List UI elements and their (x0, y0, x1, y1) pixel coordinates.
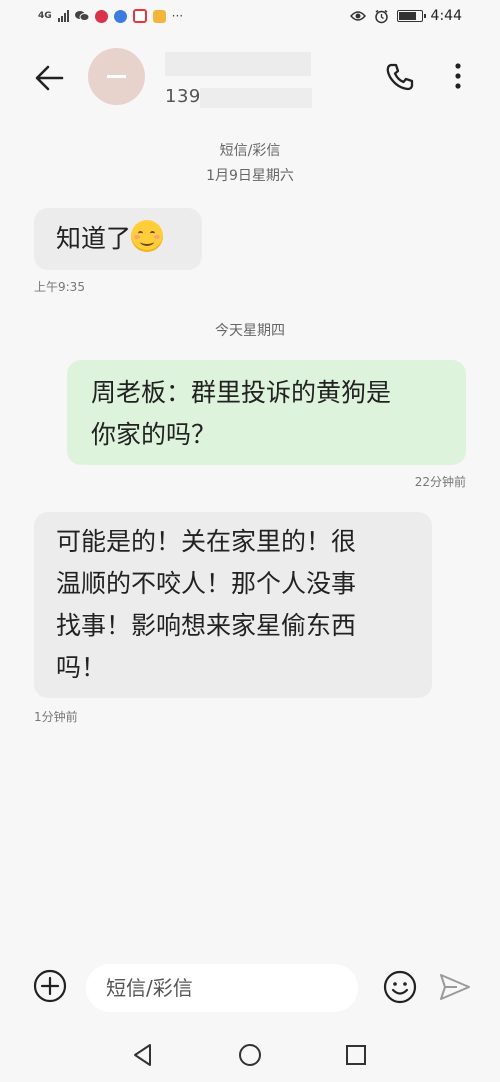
contact-number: 139 (165, 86, 201, 107)
emoji-icon (383, 970, 417, 1004)
message-time: 上午9:35 (34, 280, 85, 294)
date-separator: 1月9日星期六 (206, 168, 294, 184)
message-line: 温顺的不咬人！那个人没事 (56, 569, 357, 598)
status-left: 4G ··· (38, 9, 183, 23)
conversation-header: 139 (0, 40, 500, 120)
wechat-icon (74, 10, 89, 22)
nav-recent-button[interactable] (345, 1044, 367, 1066)
more-vertical-icon (455, 63, 461, 89)
incoming-message-bubble[interactable]: 知道了 (34, 208, 202, 270)
square-recent-icon (346, 1045, 366, 1065)
message-text: 知道了 (56, 224, 132, 253)
message-line: 你家的吗？ (91, 420, 217, 449)
contact-avatar[interactable] (88, 48, 145, 105)
battery-icon (396, 10, 426, 22)
smiling-face-icon (131, 220, 164, 252)
message-line: 找事！影响想来家星偷东西 (56, 611, 357, 640)
send-icon (440, 974, 470, 1000)
nav-back-button[interactable] (131, 1042, 155, 1068)
circle-home-icon (239, 1044, 261, 1066)
message-line: 吗！ (56, 653, 107, 682)
browser-icon (113, 9, 127, 23)
message-line: 可能是的！关在家里的！很 (56, 527, 357, 556)
status-right: 4:44 (349, 8, 462, 24)
network-type: 4G (38, 11, 52, 21)
message-time: 22分钟前 (414, 475, 466, 489)
compose-bar (0, 948, 500, 1028)
phone-icon (386, 63, 414, 91)
more-options-button[interactable] (448, 60, 468, 94)
message-type-label: 短信/彩信 (219, 143, 281, 159)
back-button[interactable] (30, 58, 70, 98)
call-button[interactable] (383, 60, 417, 94)
emoji-button[interactable] (381, 968, 419, 1006)
nav-home-button[interactable] (238, 1043, 262, 1067)
alarm-icon (374, 9, 389, 24)
app-icon (94, 9, 108, 23)
app-icon (132, 9, 147, 23)
arrow-left-icon (35, 65, 64, 91)
contact-number-redacted (200, 88, 312, 108)
status-time: 4:44 (430, 8, 462, 24)
send-button[interactable] (437, 970, 473, 1004)
contact-name-redacted (165, 52, 311, 76)
more-notifications-icon: ··· (171, 9, 184, 23)
date-separator: 今天星期四 (215, 323, 285, 339)
app-icon (152, 9, 166, 23)
triangle-back-icon (134, 1044, 151, 1066)
signal-icon (57, 10, 69, 22)
eye-comfort-icon (349, 10, 366, 22)
add-attachment-button[interactable] (32, 968, 68, 1004)
incoming-message-bubble[interactable]: 可能是的！关在家里的！很 温顺的不咬人！那个人没事 找事！影响想来家星偷东西 吗… (34, 512, 432, 698)
message-input[interactable] (86, 964, 358, 1012)
system-nav-bar (0, 1028, 500, 1082)
add-circle-icon (33, 969, 67, 1003)
outgoing-message-bubble[interactable]: 周老板：群里投诉的黄狗是 你家的吗？ (67, 360, 466, 465)
status-bar: 4G ··· 4:44 (0, 0, 500, 36)
message-time: 1分钟前 (34, 710, 78, 724)
message-line: 周老板：群里投诉的黄狗是 (91, 378, 392, 407)
